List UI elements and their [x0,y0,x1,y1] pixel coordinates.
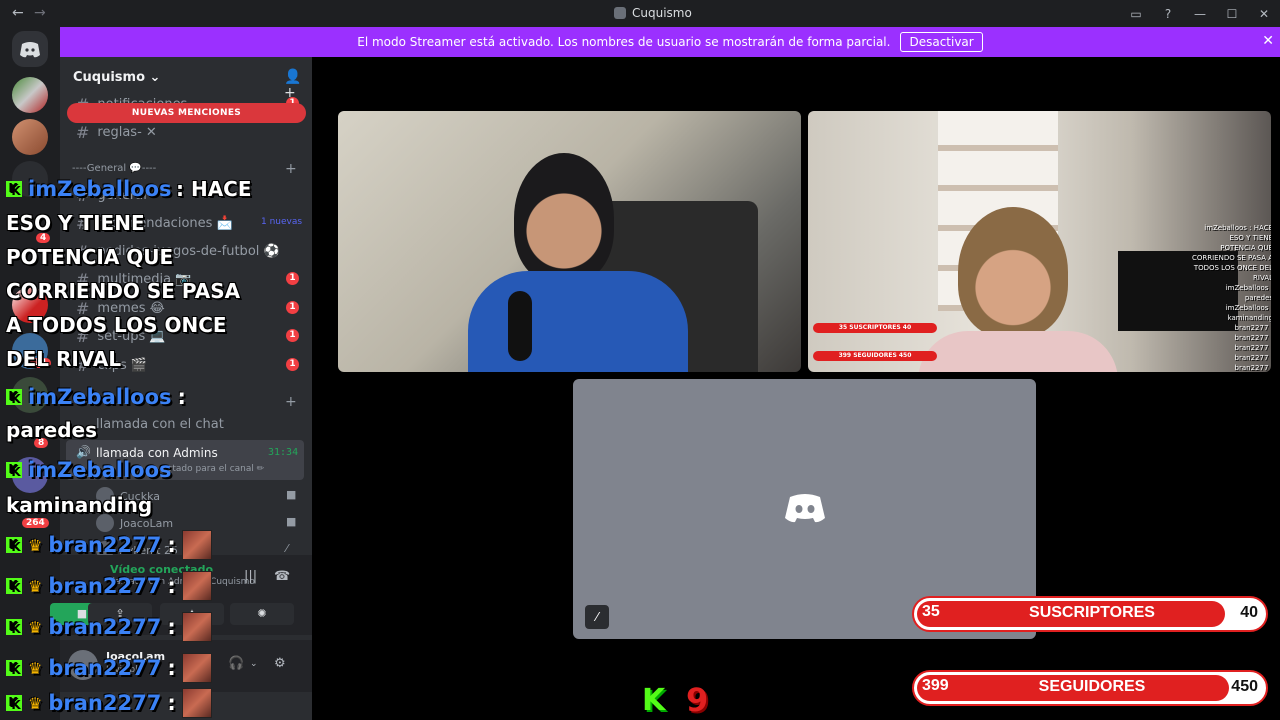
unread-badge: 1 [286,358,299,371]
kick-badge-icon: K [6,619,22,635]
camera-icon: ■ [286,515,297,528]
mic-muted-icon: ⁄ [286,542,288,555]
camera-icon: ■ [286,488,297,501]
close-window-button[interactable]: ✕ [1248,7,1280,21]
maximize-button[interactable]: ☐ [1216,7,1248,21]
kick-logo: K [642,683,666,718]
title-bar: ← → Cuquismo ▭ ? — ☐ ✕ [0,0,1280,27]
chat-message: K ♛ bran2277: [6,569,212,603]
forward-arrow-icon[interactable]: → [34,5,46,21]
subscribers-counter: 35 SUSCRIPTORES 40 [912,596,1268,632]
mini-subs-counter: 35 SUSCRIPTORES 40 [813,323,937,333]
chat-message: K ♛ bran2277: [6,610,212,644]
call-timer: 31:34 [268,447,299,458]
unread-badge: 1 [286,329,299,342]
kick-badge-icon: K [6,578,22,594]
unread-badge: 1 [286,272,299,285]
video-tile[interactable]: imZeballoos : HACE ESO Y TIENE POTENCIA QU… [808,111,1271,372]
gear-icon[interactable]: ⚙ [274,656,286,671]
noise-suppression-icon[interactable]: ||| [244,569,257,584]
chat-message: K ♛ bran2277: [6,651,212,685]
server-icon [614,7,626,19]
banner-text: El modo Streamer está activado. Los nomb… [357,35,891,49]
invite-icon[interactable]: 👤+ [284,69,312,101]
add-channel-icon[interactable]: + [285,161,297,177]
chat-message: K ♛ bran2277: [6,528,212,562]
mini-followers-counter: 399 SEGUIDORES 450 [813,351,937,361]
hash-icon: # [76,123,90,142]
unread-badge: 1 [286,301,299,314]
chat-message: K ♛ bran2277: [6,686,212,720]
video-tile[interactable] [338,111,801,372]
kick-badge-icon: K [6,462,22,478]
server-header[interactable]: Cuquismo ⌄ [73,70,160,85]
person-head [958,207,1068,337]
crown-icon: ♛ [28,617,43,637]
server-avatar[interactable] [12,77,48,113]
stream-overlay-chat: imZeballoos : HACE ESO Y TIENE POTENCIA QU… [1191,224,1271,372]
new-mentions-pill[interactable]: NUEVAS MENCIONES [67,103,306,123]
person-body [918,331,1118,372]
crown-icon: ♛ [28,576,43,596]
person-head [514,153,614,283]
emote-image [181,653,212,683]
back-arrow-icon[interactable]: ← [12,5,24,21]
chat-message-text: paredes [6,418,98,442]
followers-counter: 399 SEGUIDORES 450 [912,670,1268,706]
emote-image [181,571,212,601]
kick-badge-icon: K [6,695,22,711]
chevron-down-icon[interactable]: ⌄ [250,659,258,669]
emote-image [181,688,212,718]
new-badge: 1 nuevas [261,217,303,227]
voice-channel-chat[interactable]: llamada con el chat [96,417,224,432]
kick-badge-icon: K [6,537,22,553]
discord-home-icon[interactable] [12,31,48,67]
add-channel-icon[interactable]: + [285,394,297,410]
crown-icon: ♛ [28,693,43,713]
chat-message: K imZeballoos [6,453,172,487]
inbox-icon[interactable]: ▭ [1120,7,1152,21]
microphone [508,291,532,361]
window-title: Cuquismo [614,6,692,20]
kick-counter: 9 [686,681,709,719]
kick-badge-icon: K [6,389,22,405]
streamer-mode-banner: El modo Streamer está activado. Los nomb… [60,27,1280,57]
channel-reglas[interactable]: # reglas- ✕ [76,123,157,142]
crown-icon: ♛ [28,535,43,555]
headset-icon[interactable]: 🎧 [228,656,244,671]
soundboard-button[interactable]: ✺ [230,603,294,625]
discord-logo-icon [785,494,825,523]
emote-image [181,612,212,642]
help-icon[interactable]: ? [1152,7,1184,21]
chat-message-text: : HACE ESO Y TIENE POTENCIA QUE CORRIEND… [6,177,252,371]
chat-message-text: kaminanding [6,493,153,517]
close-icon[interactable]: ✕ [1262,33,1274,49]
emote-image [181,530,212,560]
crown-icon: ♛ [28,658,43,678]
disconnect-icon[interactable]: ☎ [274,569,290,584]
mic-muted-icon[interactable]: ⁄ [585,605,609,629]
kick-badge-icon: K [6,660,22,676]
deactivate-button[interactable]: Desactivar [900,32,983,52]
minimize-button[interactable]: — [1184,7,1216,21]
chat-message: K imZeballoos : [6,380,186,414]
person-body [468,271,688,372]
server-avatar[interactable] [12,119,48,155]
channel-status[interactable]: Estado para el canal ✏ [162,464,264,474]
